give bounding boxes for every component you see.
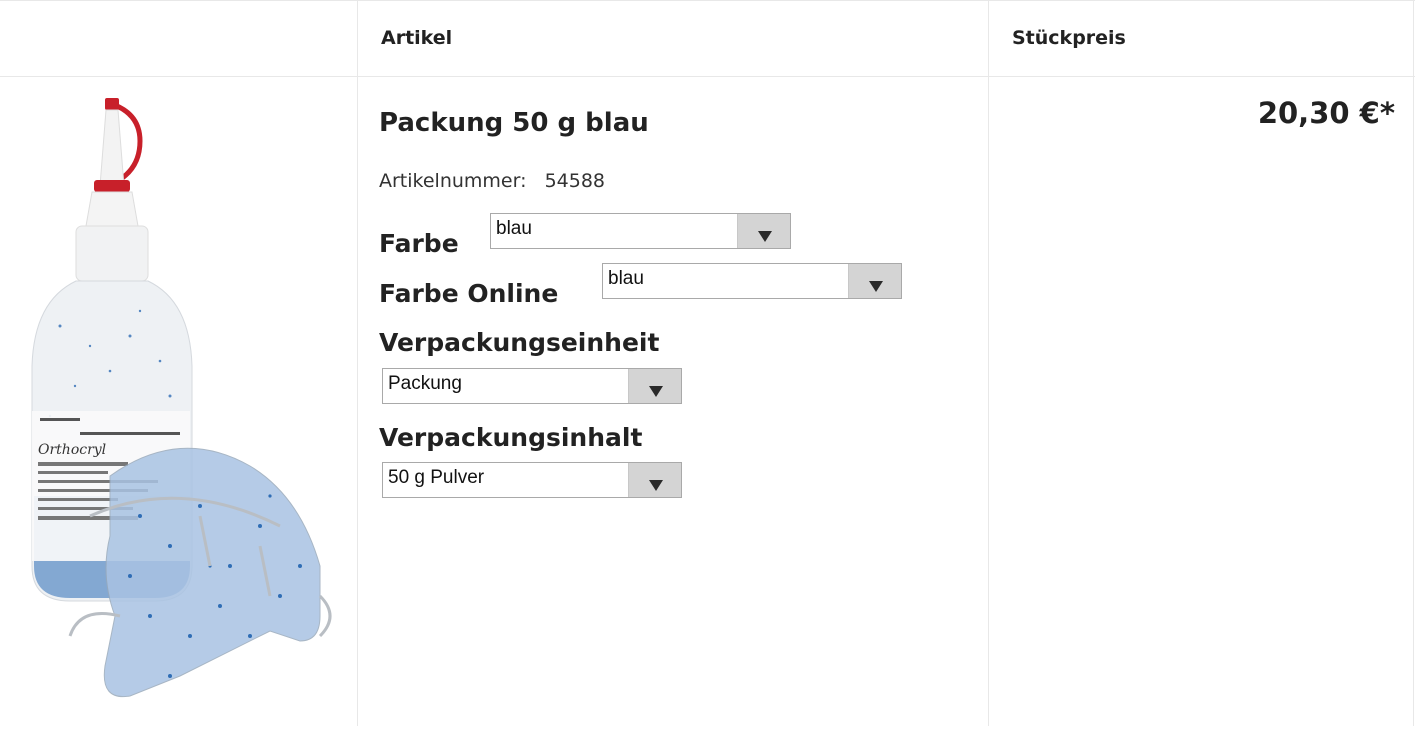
farbe-online-select[interactable]: blau xyxy=(602,263,902,299)
farbe-online-select-value: blau xyxy=(608,268,644,289)
column-divider-2 xyxy=(988,0,989,726)
chevron-down-icon[interactable] xyxy=(628,463,681,497)
product-title[interactable]: Packung 50 g blau xyxy=(379,108,649,138)
option-label-verpackungseinheit: Verpackungseinheit xyxy=(379,328,660,357)
verpackungsinhalt-select[interactable]: 50 g Pulver xyxy=(382,462,682,498)
farbe-select-value: blau xyxy=(496,218,532,239)
svg-text:Orthocryl: Orthocryl xyxy=(38,442,106,458)
article-number-label: Artikelnummer: xyxy=(379,170,527,192)
option-label-farbe-online: Farbe Online xyxy=(379,279,559,308)
header-divider xyxy=(0,76,1415,77)
chevron-down-icon[interactable] xyxy=(848,264,901,298)
option-label-farbe: Farbe xyxy=(379,229,459,258)
chevron-down-icon[interactable] xyxy=(628,369,681,403)
table-right-border xyxy=(1413,0,1414,726)
verpackungsinhalt-select-value: 50 g Pulver xyxy=(388,467,485,488)
verpackungseinheit-select[interactable]: Packung xyxy=(382,368,682,404)
farbe-select[interactable]: blau xyxy=(490,213,791,249)
unit-price: 20,30 €* xyxy=(1257,96,1395,130)
option-label-verpackungsinhalt: Verpackungsinhalt xyxy=(379,423,643,452)
verpackungseinheit-select-value: Packung xyxy=(388,373,462,394)
article-number-row: Artikelnummer: 54588 xyxy=(379,170,605,192)
chevron-down-icon[interactable] xyxy=(737,214,790,248)
product-image[interactable]: Orthocryl xyxy=(20,96,340,726)
header-unit-price: Stückpreis xyxy=(1012,27,1126,49)
header-article: Artikel xyxy=(381,27,453,49)
article-number-value: 54588 xyxy=(544,170,606,192)
table-top-border xyxy=(0,0,1415,1)
column-divider-1 xyxy=(357,0,358,726)
